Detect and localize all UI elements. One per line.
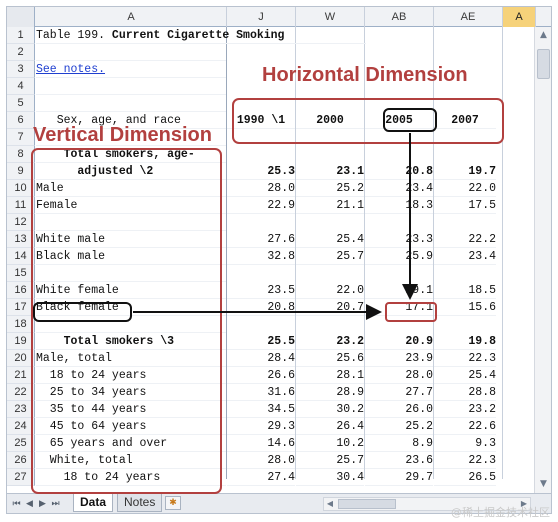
annotation-arrows	[133, 133, 418, 320]
watermark: @稀土掘金技术社区	[451, 506, 550, 519]
